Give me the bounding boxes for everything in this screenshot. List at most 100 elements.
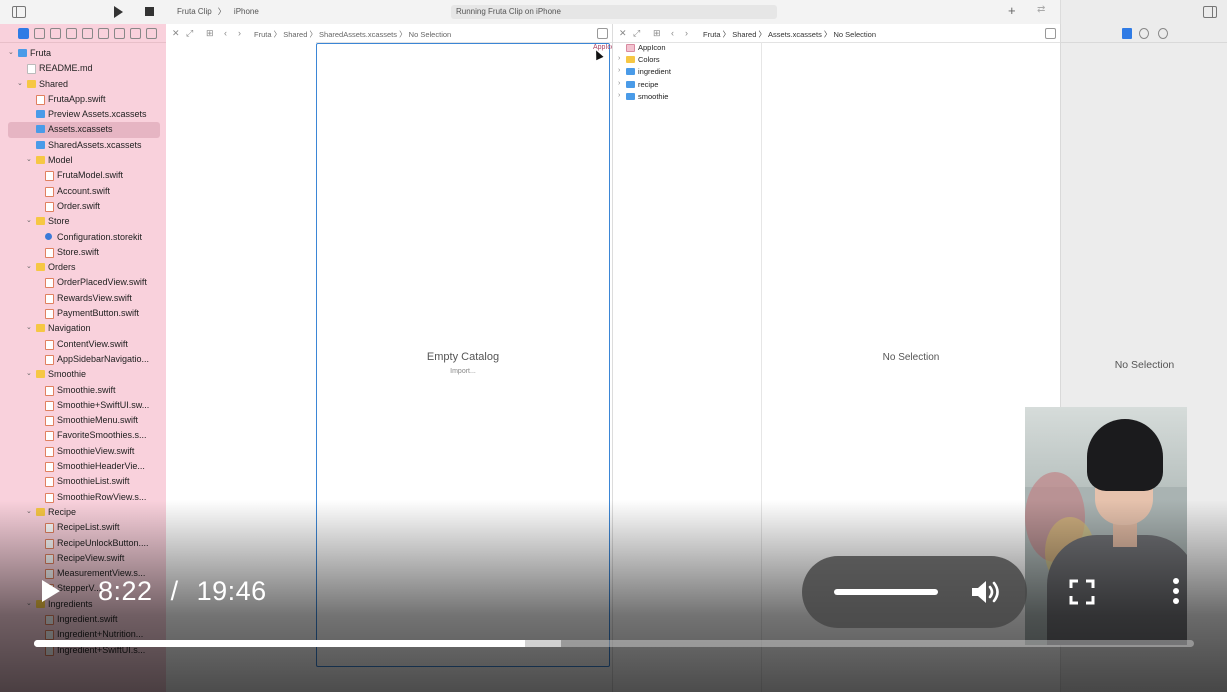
swift-file-icon: [45, 339, 54, 350]
breadcrumb-left[interactable]: Fruta 〉 Shared 〉 SharedAssets.xcassets 〉…: [254, 29, 451, 40]
breadcrumb-item[interactable]: Shared: [283, 30, 307, 39]
back-icon[interactable]: ‹: [224, 28, 227, 38]
inspector-toggle-icon[interactable]: [1203, 6, 1217, 18]
expand-icon[interactable]: ⤢: [633, 28, 640, 39]
tree-item[interactable]: Preview Assets.xcassets: [0, 107, 166, 122]
tree-item[interactable]: Store.swift: [0, 245, 166, 260]
disclosure-icon[interactable]: ⌄: [26, 262, 32, 270]
breadcrumb-item[interactable]: No Selection: [409, 30, 452, 39]
find-icon[interactable]: [66, 28, 77, 39]
navigator-toggle-icon[interactable]: [12, 6, 26, 18]
close-icon[interactable]: ✕: [172, 28, 180, 39]
tree-item[interactable]: SmoothieHeaderVie...: [0, 459, 166, 474]
disclosure-icon[interactable]: ⌄: [26, 155, 32, 163]
tree-item[interactable]: Smoothie.swift: [0, 383, 166, 398]
help-icon[interactable]: [1158, 28, 1168, 39]
expand-icon[interactable]: ⤢: [186, 28, 193, 39]
speaker-icon[interactable]: [970, 578, 1004, 606]
tree-item[interactable]: SmoothieList.swift: [0, 474, 166, 489]
tree-item[interactable]: RewardsView.swift: [0, 291, 166, 306]
tree-item[interactable]: OrderPlacedView.swift: [0, 275, 166, 290]
fullscreen-icon[interactable]: [1069, 579, 1095, 605]
tree-item[interactable]: AppSidebarNavigatio...: [0, 352, 166, 367]
tree-item[interactable]: ⌄ Model: [0, 153, 166, 168]
tree-item-label: Preview Assets.xcassets: [48, 109, 147, 120]
tree-item[interactable]: SmoothieView.swift: [0, 444, 166, 459]
breakpoint-icon[interactable]: [130, 28, 141, 39]
tree-item[interactable]: ⌄ Shared: [0, 77, 166, 92]
tree-item[interactable]: Smoothie+SwiftUI.sw...: [0, 398, 166, 413]
debug-icon[interactable]: [114, 28, 125, 39]
forward-icon[interactable]: ›: [238, 28, 241, 38]
asset-row[interactable]: › Colors: [613, 54, 761, 66]
tree-item[interactable]: SmoothieMenu.swift: [0, 413, 166, 428]
add-editor-icon[interactable]: [597, 28, 608, 39]
breadcrumb-item[interactable]: Fruta: [254, 30, 272, 39]
back-icon[interactable]: ‹: [671, 28, 674, 38]
tree-item[interactable]: Assets.xcassets: [8, 122, 160, 138]
tree-item[interactable]: ⌄ Store: [0, 214, 166, 229]
swap-arrows-icon[interactable]: ⇄: [1037, 4, 1045, 15]
asset-catalog-icon: [36, 125, 45, 134]
close-icon[interactable]: ✕: [619, 28, 627, 39]
disclosure-icon[interactable]: ⌄: [26, 323, 32, 331]
stop-icon[interactable]: [145, 7, 154, 16]
tree-item[interactable]: PaymentButton.swift: [0, 306, 166, 321]
disclosure-icon[interactable]: ›: [618, 92, 620, 99]
tree-item[interactable]: ⌄ Navigation: [0, 321, 166, 336]
disclosure-icon[interactable]: ›: [618, 55, 620, 62]
asset-row[interactable]: › recipe: [613, 79, 761, 91]
activity-status: Running Fruta Clip on iPhone: [451, 5, 777, 19]
symbol-icon[interactable]: [50, 28, 61, 39]
grid-icon[interactable]: ⊞: [653, 28, 661, 39]
disclosure-icon[interactable]: ›: [618, 80, 620, 87]
asset-row[interactable]: › smoothie: [613, 91, 761, 103]
volume-slider[interactable]: [834, 589, 938, 595]
asset-row[interactable]: AppIcon: [613, 42, 761, 54]
folder-icon[interactable]: [18, 28, 29, 39]
folder-icon: [27, 79, 36, 88]
tree-item[interactable]: Order.swift: [0, 199, 166, 214]
grid-icon[interactable]: ⊞: [206, 28, 214, 39]
breadcrumb-right[interactable]: Fruta 〉 Shared 〉 Assets.xcassets 〉 No Se…: [703, 29, 876, 40]
breadcrumb-item[interactable]: Fruta: [703, 30, 721, 39]
disclosure-icon[interactable]: ⌄: [17, 79, 23, 87]
tree-item[interactable]: ⌄ Orders: [0, 260, 166, 275]
breadcrumb-item[interactable]: No Selection: [834, 30, 877, 39]
file-inspector-icon[interactable]: [1122, 28, 1132, 39]
breadcrumb-item[interactable]: Assets.xcassets: [768, 30, 822, 39]
disclosure-icon[interactable]: ⌄: [8, 48, 14, 56]
tree-item[interactable]: SharedAssets.xcassets: [0, 138, 166, 153]
plus-icon[interactable]: +: [1008, 3, 1016, 18]
disclosure-icon[interactable]: ⌄: [26, 216, 32, 224]
source-control-icon[interactable]: [34, 28, 45, 39]
report-icon[interactable]: [146, 28, 157, 39]
breadcrumb-item[interactable]: Shared: [732, 30, 756, 39]
breadcrumb-item[interactable]: SharedAssets.xcassets: [319, 30, 397, 39]
tree-item[interactable]: ⌄ Fruta: [0, 46, 166, 61]
import-link[interactable]: Import...: [317, 368, 609, 375]
play-icon[interactable]: [42, 580, 60, 602]
tree-item[interactable]: FrutaModel.swift: [0, 168, 166, 183]
tree-item[interactable]: README.md: [0, 61, 166, 76]
run-icon[interactable]: [114, 6, 123, 18]
disclosure-icon[interactable]: ⌄: [26, 369, 32, 377]
more-options-icon[interactable]: [1173, 578, 1181, 606]
forward-icon[interactable]: ›: [685, 28, 688, 38]
asset-row[interactable]: › ingredient: [613, 66, 761, 78]
swift-file-icon: [45, 278, 54, 289]
disclosure-icon[interactable]: ›: [618, 67, 620, 74]
tree-item[interactable]: Account.swift: [0, 184, 166, 199]
scheme-selector[interactable]: Fruta Clip 〉 iPhone: [177, 6, 265, 17]
tree-item[interactable]: FrutaApp.swift: [0, 92, 166, 107]
test-icon[interactable]: [98, 28, 109, 39]
tree-item[interactable]: ContentView.swift: [0, 337, 166, 352]
warning-icon[interactable]: [82, 28, 93, 39]
seek-bar[interactable]: [34, 640, 1194, 647]
add-editor-icon[interactable]: [1045, 28, 1056, 39]
tree-item[interactable]: ⌄ Smoothie: [0, 367, 166, 382]
tree-item[interactable]: FavoriteSmoothies.s...: [0, 428, 166, 443]
swift-file-icon: [45, 354, 54, 365]
tree-item[interactable]: Configuration.storekit: [0, 230, 166, 245]
history-icon[interactable]: [1139, 28, 1149, 39]
